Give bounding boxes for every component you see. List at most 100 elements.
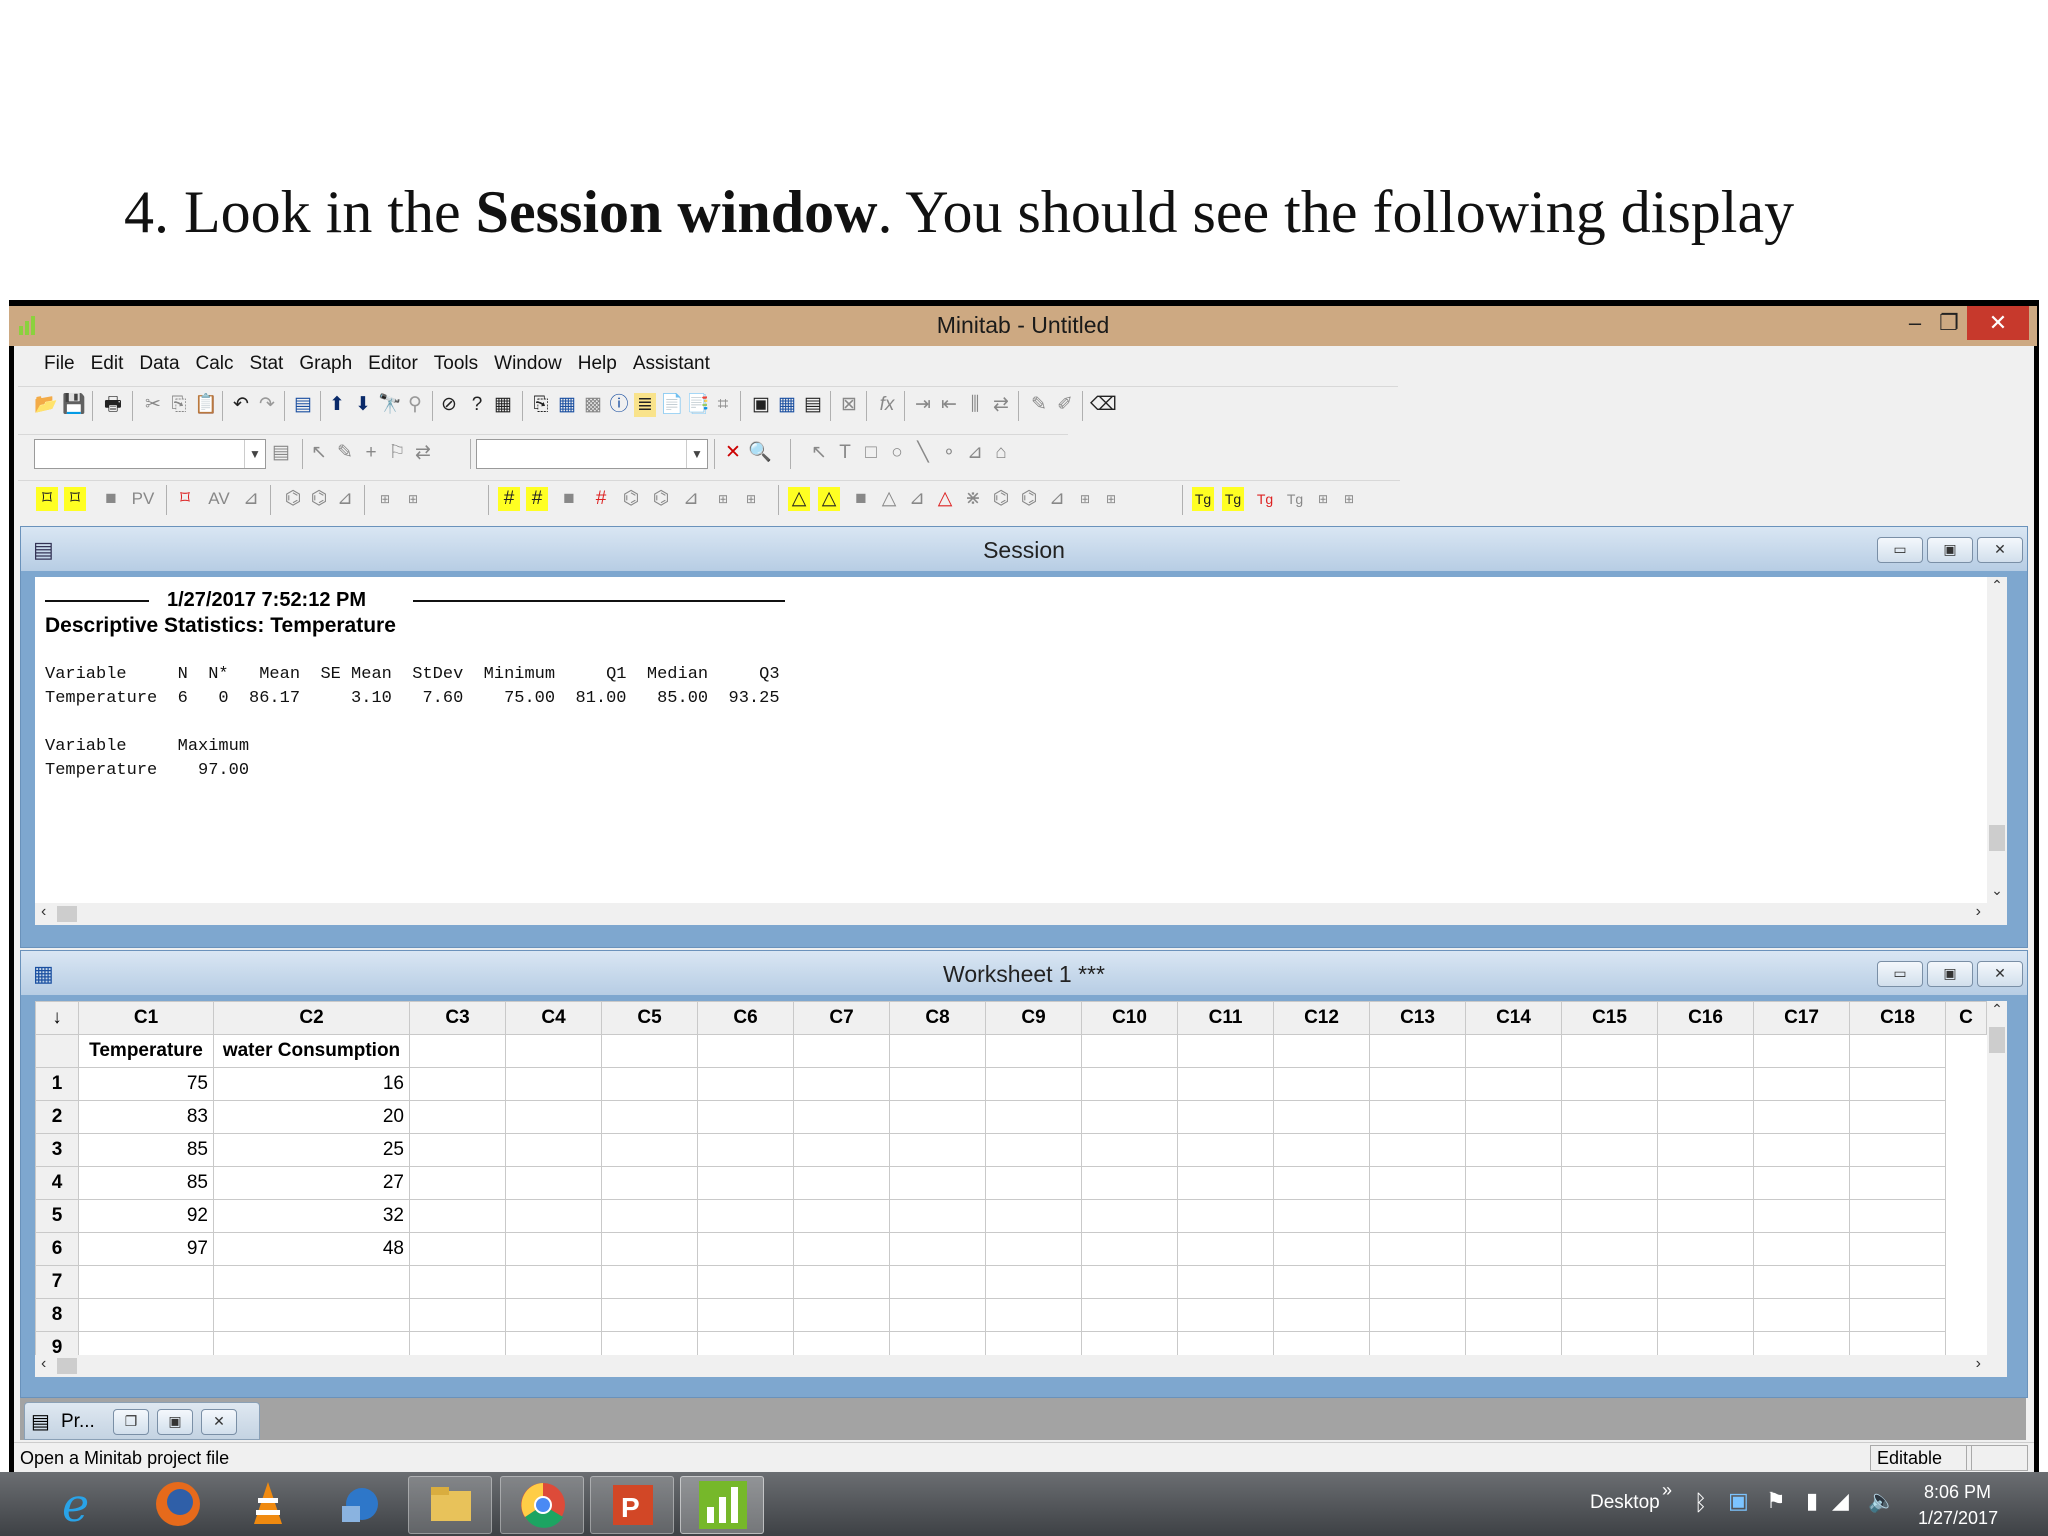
scroll-down-icon[interactable]: ⌄ xyxy=(1987,882,2007,899)
polygon-tool-icon[interactable]: ⌂ xyxy=(990,441,1012,465)
open-folder-icon[interactable]: 📂 xyxy=(34,393,58,417)
empty-cell[interactable] xyxy=(697,1232,794,1266)
paste-icon[interactable]: 📋 xyxy=(194,393,218,417)
empty-cell[interactable] xyxy=(1849,1166,1946,1200)
graphs-icon[interactable]: ▩ xyxy=(582,393,604,417)
mod-disp-5-icon[interactable]: ⊞ xyxy=(1074,487,1096,511)
empty-cell[interactable] xyxy=(793,1166,890,1200)
empty-cell[interactable] xyxy=(1561,1232,1658,1266)
battery-icon[interactable]: ▮ xyxy=(1806,1488,1818,1514)
empty-cell[interactable] xyxy=(985,1199,1082,1233)
insert-cells-icon[interactable]: ⇥ xyxy=(912,393,934,417)
empty-cell[interactable] xyxy=(889,1298,986,1332)
taskbar-vlc-button[interactable] xyxy=(226,1476,308,1532)
gray-triangle-icon[interactable]: △ xyxy=(878,487,900,511)
empty-cell[interactable] xyxy=(1465,1232,1562,1266)
empty-cell[interactable] xyxy=(1369,1232,1466,1266)
empty-cell[interactable] xyxy=(409,1199,506,1233)
column-header[interactable]: C7 xyxy=(793,1001,890,1035)
mod-disp-4-icon[interactable]: ⊞ xyxy=(740,487,762,511)
bluetooth-icon[interactable]: ᛒ xyxy=(1694,1490,1707,1516)
empty-cell[interactable] xyxy=(601,1133,698,1167)
empty-cell[interactable] xyxy=(601,1232,698,1266)
empty-cell[interactable] xyxy=(1657,1232,1754,1266)
redo-icon[interactable]: ↷ xyxy=(256,393,278,417)
session-vertical-scrollbar[interactable]: ⌃ ⌄ xyxy=(1987,577,2007,903)
empty-cell[interactable] xyxy=(1753,1298,1850,1332)
row-number[interactable]: 3 xyxy=(35,1133,79,1167)
empty-cell[interactable] xyxy=(1369,1298,1466,1332)
red-hash-icon[interactable]: # xyxy=(590,487,612,511)
empty-cell[interactable] xyxy=(1273,1265,1370,1299)
column-header[interactable]: C8 xyxy=(889,1001,986,1035)
cut-icon[interactable]: ✂ xyxy=(142,393,164,417)
red-tg-icon[interactable]: Tg xyxy=(1254,487,1276,511)
empty-cell[interactable] xyxy=(601,1100,698,1134)
data-cell[interactable] xyxy=(213,1265,410,1299)
arrow-down-icon[interactable]: ⬇ xyxy=(352,393,374,417)
empty-cell[interactable] xyxy=(1561,1199,1658,1233)
empty-cell[interactable] xyxy=(697,1100,794,1134)
empty-cell[interactable] xyxy=(505,1199,602,1233)
chart-a-icon[interactable]: ⊿ xyxy=(240,487,262,511)
row-number[interactable]: 6 xyxy=(35,1232,79,1266)
scroll-up-icon[interactable]: ⌃ xyxy=(1987,577,2007,594)
text-tool-icon[interactable]: T xyxy=(834,441,856,465)
session-titlebar[interactable]: ▤ Session ▭ ▣ ✕ xyxy=(21,527,2027,571)
maximize-project-button[interactable]: ▣ xyxy=(157,1409,193,1435)
chart-b-icon[interactable]: ⌬ xyxy=(282,487,304,511)
close-button[interactable]: ✕ xyxy=(1967,306,2029,340)
empty-cell[interactable] xyxy=(1081,1166,1178,1200)
column-header[interactable]: C4 xyxy=(505,1001,602,1035)
empty-cell[interactable] xyxy=(505,1100,602,1134)
empty-cell[interactable] xyxy=(793,1067,890,1101)
menu-calc[interactable]: Calc xyxy=(196,353,234,374)
column-header[interactable]: C2 xyxy=(213,1001,410,1035)
empty-cell[interactable] xyxy=(1081,1199,1178,1233)
row-number[interactable]: 4 xyxy=(35,1166,79,1200)
empty-cell[interactable] xyxy=(505,1265,602,1299)
insert-columns-icon[interactable]: ⫼ xyxy=(964,393,986,417)
flag-icon[interactable]: ⚐ xyxy=(386,441,408,465)
empty-cell[interactable] xyxy=(889,1133,986,1167)
empty-cell[interactable] xyxy=(505,1166,602,1200)
replace-icon[interactable]: ⚲ xyxy=(404,393,426,417)
clock-date[interactable]: 1/27/2017 xyxy=(1918,1508,1998,1529)
empty-cell[interactable] xyxy=(1657,1298,1754,1332)
select-pointer-icon[interactable]: ↖ xyxy=(308,441,330,465)
chart-d-icon[interactable]: ⊿ xyxy=(334,487,356,511)
scroll-right-icon[interactable]: › xyxy=(1976,1355,1981,1373)
empty-cell[interactable] xyxy=(985,1232,1082,1266)
data-cell[interactable]: 83 xyxy=(78,1100,214,1134)
brush-icon[interactable]: ✎ xyxy=(1028,393,1050,417)
row-header-corner[interactable]: ↓ xyxy=(35,1001,79,1035)
xbar-chart-icon[interactable]: ⌑ xyxy=(36,487,58,511)
worksheet-close-button[interactable]: ✕ xyxy=(1977,961,2023,987)
name-row-header[interactable] xyxy=(35,1034,79,1068)
worksheet-titlebar[interactable]: ▦ Worksheet 1 *** ▭ ▣ ✕ xyxy=(21,951,2027,995)
session-horizontal-scrollbar[interactable]: ‹ › xyxy=(35,903,2007,925)
empty-cell[interactable] xyxy=(1657,1199,1754,1233)
empty-cell[interactable] xyxy=(1273,1166,1370,1200)
chart-f-icon[interactable]: ⌬ xyxy=(650,487,672,511)
empty-cell[interactable] xyxy=(1849,1199,1946,1233)
clock-time[interactable]: 8:06 PM xyxy=(1924,1482,1991,1503)
column-header[interactable]: C17 xyxy=(1753,1001,1850,1035)
empty-cell[interactable] xyxy=(505,1298,602,1332)
empty-cell[interactable] xyxy=(985,1100,1082,1134)
empty-cell[interactable] xyxy=(1753,1100,1850,1134)
history-icon[interactable]: ≣ xyxy=(634,393,656,417)
gray-tg-icon[interactable]: Tg xyxy=(1284,487,1306,511)
find-icon[interactable]: 🔭 xyxy=(378,393,402,417)
empty-cell[interactable] xyxy=(793,1232,890,1266)
empty-cell[interactable] xyxy=(1177,1067,1274,1101)
empty-cell[interactable] xyxy=(985,1133,1082,1167)
empty-cell[interactable] xyxy=(985,1265,1082,1299)
session-maximize-button[interactable]: ▣ xyxy=(1927,537,1973,563)
empty-cell[interactable] xyxy=(409,1067,506,1101)
empty-cell[interactable] xyxy=(1273,1067,1370,1101)
restore-project-button[interactable]: ❐ xyxy=(113,1409,149,1435)
empty-cell[interactable] xyxy=(1849,1298,1946,1332)
insert-rows-icon[interactable]: ⇤ xyxy=(938,393,960,417)
empty-cell[interactable] xyxy=(1561,1100,1658,1134)
